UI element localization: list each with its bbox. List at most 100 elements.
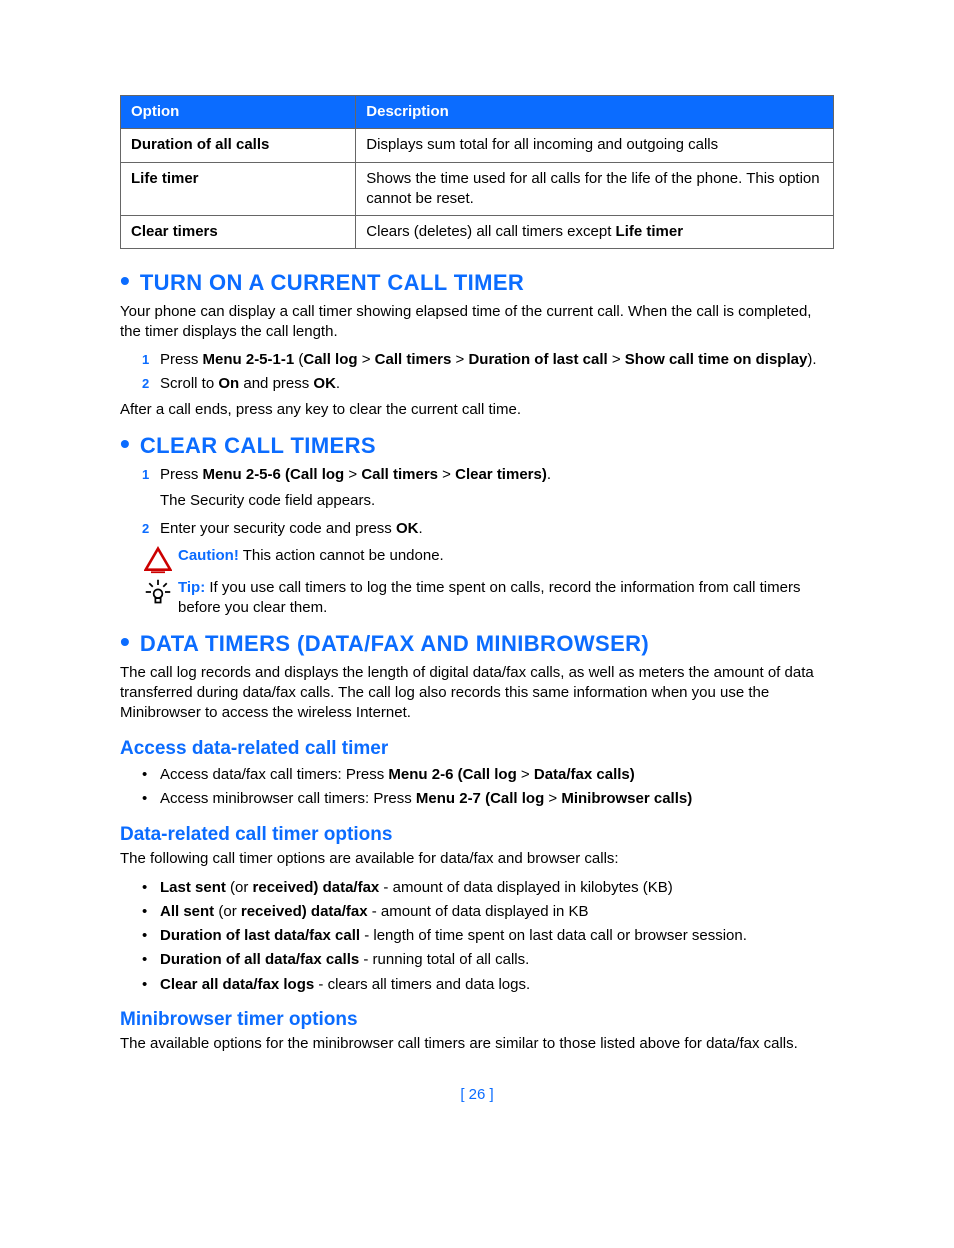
text: - length of time spent on last data call… (360, 927, 747, 944)
intro-text: The following call timer options are ava… (120, 849, 834, 869)
section-heading: CLEAR CALL TIMERS (140, 431, 376, 461)
text: Menu 2-6 (Call log (388, 766, 516, 783)
text: Call timers (361, 466, 438, 483)
bullet-icon: • (120, 430, 130, 458)
text: Show call time on display (625, 351, 808, 368)
text: Minibrowser calls) (561, 790, 692, 807)
caution-label: Caution! (178, 547, 239, 564)
step-item: 1 Press Menu 2-5-6 (Call log > Call time… (142, 465, 834, 512)
step-item: 2 Enter your security code and press OK. (142, 519, 834, 539)
text: Menu 2-7 (Call log (416, 790, 544, 807)
caution-note: Caution! This action cannot be undone. (138, 546, 834, 574)
list-item: Duration of all data/fax calls - running… (142, 950, 834, 970)
text: Clear timers) (455, 466, 547, 483)
text: Access minibrowser call timers: Press (160, 790, 416, 807)
list-item: All sent (or received) data/fax - amount… (142, 902, 834, 922)
text: Scroll to (160, 375, 218, 392)
text: Call log (303, 351, 357, 368)
text: Duration of last call (468, 351, 607, 368)
text: - clears all timers and data logs. (314, 976, 530, 993)
text: . (336, 375, 340, 392)
cell-description: Clears (deletes) all call timers except … (356, 216, 834, 249)
text: Clear all data/fax logs (160, 976, 314, 993)
text: Access data/fax call timers: Press (160, 766, 388, 783)
text: Menu 2-5-1-1 (203, 351, 295, 368)
cell-option: Duration of all calls (121, 129, 356, 162)
text: All sent (160, 903, 214, 920)
cell-option: Life timer (121, 162, 356, 216)
text: > (544, 790, 561, 807)
cell-description: Displays sum total for all incoming and … (356, 129, 834, 162)
text: OK (313, 375, 336, 392)
step-number: 1 (142, 466, 149, 484)
text: ). (807, 351, 816, 368)
text: On (218, 375, 239, 392)
text: . (547, 466, 551, 483)
sub-heading: Minibrowser timer options (120, 1007, 834, 1033)
text: (or (226, 879, 253, 896)
text: Last sent (160, 879, 226, 896)
step-number: 2 (142, 520, 149, 538)
text: Press (160, 351, 203, 368)
step-number: 1 (142, 351, 149, 369)
step-number: 2 (142, 375, 149, 393)
text: . (418, 520, 422, 537)
text: > (608, 351, 625, 368)
text: - running total of all calls. (359, 951, 529, 968)
sub-heading: Data-related call timer options (120, 822, 834, 848)
caution-text: This action cannot be undone. (239, 547, 444, 564)
text: - amount of data displayed in kilobytes … (379, 879, 672, 896)
intro-text: The call log records and displays the le… (120, 663, 834, 724)
step-note: The Security code field appears. (160, 491, 834, 511)
bullet-icon: • (120, 628, 130, 656)
text: Clears (deletes) all call timers except (366, 223, 615, 240)
after-text: After a call ends, press any key to clea… (120, 400, 834, 420)
text: Data/fax calls) (534, 766, 635, 783)
text: received) data/fax (241, 903, 368, 920)
text: Menu 2-5-6 (Call log (203, 466, 345, 483)
text: and press (239, 375, 313, 392)
tip-label: Tip: (178, 579, 205, 596)
th-option: Option (121, 96, 356, 129)
text: > (438, 466, 455, 483)
step-item: 1 Press Menu 2-5-1-1 (Call log > Call ti… (142, 350, 834, 370)
page-number: [ 26 ] (120, 1085, 834, 1105)
table-row: Duration of all calls Displays sum total… (121, 129, 834, 162)
text: Press (160, 466, 203, 483)
cell-description: Shows the time used for all calls for th… (356, 162, 834, 216)
text: (or (214, 903, 241, 920)
text: - amount of data displayed in KB (368, 903, 589, 920)
text: Enter your security code and press (160, 520, 396, 537)
bullet-icon: • (120, 267, 130, 295)
table-row: Life timer Shows the time used for all c… (121, 162, 834, 216)
list-item: Access minibrowser call timers: Press Me… (142, 789, 834, 809)
text: > (451, 351, 468, 368)
tip-note: Tip: If you use call timers to log the t… (138, 578, 834, 619)
th-description: Description (356, 96, 834, 129)
caution-icon (144, 546, 172, 574)
text: Duration of last data/fax call (160, 927, 360, 944)
text: Call timers (375, 351, 452, 368)
intro-text: Your phone can display a call timer show… (120, 302, 834, 343)
list-item: Access data/fax call timers: Press Menu … (142, 765, 834, 785)
step-item: 2 Scroll to On and press OK. (142, 374, 834, 394)
text: OK (396, 520, 419, 537)
cell-option: Clear timers (121, 216, 356, 249)
sub-heading: Access data-related call timer (120, 736, 834, 762)
section-heading: TURN ON A CURRENT CALL TIMER (140, 268, 524, 298)
section-heading: DATA TIMERS (DATA/FAX AND MINIBROWSER) (140, 629, 649, 659)
list-item: Last sent (or received) data/fax - amoun… (142, 878, 834, 898)
text: Life timer (616, 223, 684, 240)
tip-text: If you use call timers to log the time s… (178, 579, 800, 616)
list-item: Clear all data/fax logs - clears all tim… (142, 975, 834, 995)
body-text: The available options for the minibrowse… (120, 1034, 834, 1054)
text: Duration of all data/fax calls (160, 951, 359, 968)
tip-icon (144, 578, 172, 606)
text: ( (294, 351, 303, 368)
options-table: Option Description Duration of all calls… (120, 95, 834, 249)
text: > (344, 466, 361, 483)
table-row: Clear timers Clears (deletes) all call t… (121, 216, 834, 249)
text: > (358, 351, 375, 368)
text: > (517, 766, 534, 783)
text: received) data/fax (253, 879, 380, 896)
